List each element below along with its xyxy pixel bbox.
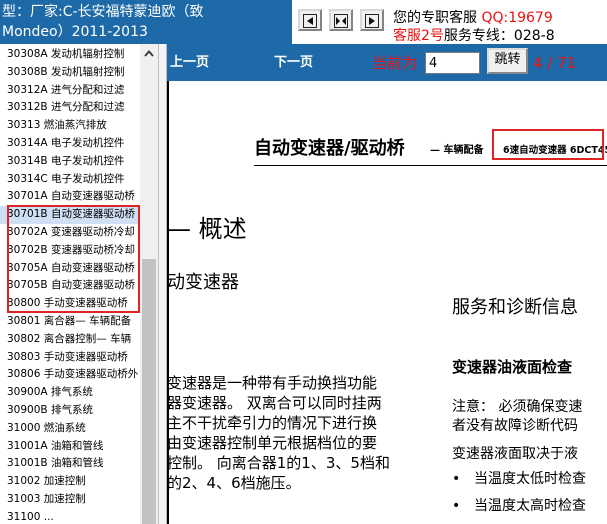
tree-item[interactable]: 30314C 电子发动机控件: [0, 171, 140, 189]
chevron-up-icon: [144, 50, 154, 57]
tree-item[interactable]: 30801 离合器— 车辆配备: [0, 313, 140, 331]
doc-tag-highlight-box: [492, 129, 604, 160]
header-rule: [254, 165, 607, 166]
bullet-icon: •: [452, 498, 461, 514]
paragraph-line: 控制。 向离合器1的1、3、5档和: [167, 454, 390, 472]
tree-item[interactable]: 30701A 自动变速器驱动桥: [0, 188, 140, 206]
tree-item[interactable]: 30308B 发动机辐射控制: [0, 64, 140, 82]
scroll-thumb[interactable]: [142, 259, 156, 524]
bullet-icon: •: [452, 471, 461, 487]
prev-chapter-icon: [303, 14, 317, 28]
tree-item[interactable]: 31000 燃油系统: [0, 420, 140, 438]
scroll-up-button[interactable]: [140, 44, 158, 62]
expand-both-icon: [334, 14, 348, 28]
tree-item[interactable]: 30312B 进气分配和过滤: [0, 99, 140, 117]
service-hotline: 服务专线：028-8: [443, 28, 555, 44]
app-header: 型：厂家:C-长安福特蒙迪欧（致 Mondeo）2011-2013 您的专职客服…: [0, 0, 607, 44]
tree-item[interactable]: 30803 手动变速器驱动桥: [0, 349, 140, 367]
bullet-text: 当温度太高时检查: [474, 498, 586, 514]
customer-service-info: 您的专职客服 QQ:19679 客服2号服务专线：028-8: [390, 0, 607, 44]
paragraph-line: 由变速器控制单元根据档位的要: [167, 434, 378, 452]
tree-item[interactable]: 31100 ...: [0, 509, 140, 524]
bullet-text: 当温度太低时检查: [474, 471, 586, 487]
service-2-link[interactable]: 客服2号: [393, 28, 444, 44]
page-count: 4 / 71: [533, 54, 577, 72]
page-number-input[interactable]: [425, 52, 480, 74]
goto-page-button[interactable]: 跳转: [487, 48, 528, 74]
service-qq-link[interactable]: QQ:19679: [481, 10, 552, 26]
current-page-label: 当前为: [372, 54, 418, 72]
tree-item[interactable]: 31001A 油箱和管线: [0, 438, 140, 456]
tree-highlight-box: [7, 205, 140, 313]
bullet-item: • 当温度太低时检查: [452, 470, 586, 489]
doc-header-subtitle: — 车辆配备: [430, 145, 484, 156]
service-label: 您的专职客服: [393, 10, 477, 26]
model-title-line-1: 型：厂家:C-长安福特蒙迪欧（致: [2, 4, 204, 20]
note-line: 者没有故障诊断代码: [452, 418, 578, 434]
service-info-title: 服务和诊断信息: [452, 297, 578, 318]
prev-page-button[interactable]: 上一页: [170, 54, 209, 71]
subsection-title: 动变速器: [167, 272, 239, 293]
service-line-1: 您的专职客服 QQ:19679: [393, 10, 553, 27]
tree-item[interactable]: 31002 加速控制: [0, 473, 140, 491]
page-toolbar: 上一页 下一页 当前为 跳转 4 / 71: [167, 44, 607, 81]
doc-header-title: 自动变速器/驱动桥: [254, 138, 405, 159]
model-title-bar: 型：厂家:C-长安福特蒙迪欧（致 Mondeo）2011-2013: [0, 0, 292, 44]
tree-item[interactable]: 30900B 排气系统: [0, 402, 140, 420]
note-line: 注意： 必须确保变速: [452, 399, 583, 415]
document-page: 自动变速器/驱动桥 — 车辆配备 6速自动变速器 6DCT450 — 概述 动变…: [167, 81, 607, 524]
next-chapter-button[interactable]: [360, 9, 384, 31]
body-line: 变速器液面取决于液: [452, 446, 578, 462]
paragraph-line: 变速器是一种带有手动换挡功能: [167, 374, 378, 392]
section-title: — 概述: [167, 215, 247, 243]
tree-item[interactable]: 31003 加速控制: [0, 491, 140, 509]
expand-both-button[interactable]: [329, 9, 353, 31]
tree-item[interactable]: 30312A 进气分配和过滤: [0, 82, 140, 100]
tree-item[interactable]: 30806 手动变速器驱动桥外: [0, 366, 140, 384]
tree-scrollbar[interactable]: [140, 44, 158, 524]
tree-item[interactable]: 30314A 电子发动机控件: [0, 135, 140, 153]
tree-item[interactable]: 30308A 发动机辐射控制: [0, 46, 140, 64]
paragraph-line: 的2、4、6档施压。: [167, 474, 301, 492]
service-line-2: 客服2号服务专线：028-8: [393, 28, 555, 44]
paragraph-line: 器变速器。 双离合可以同时挂两: [167, 394, 382, 412]
next-chapter-icon: [365, 14, 379, 28]
tree-item[interactable]: 30314B 电子发动机控件: [0, 153, 140, 171]
model-title-line-2: Mondeo）2011-2013: [2, 24, 148, 40]
paragraph-line: 主不干扰牵引力的情况下进行换: [167, 414, 378, 432]
tree-item[interactable]: 30900A 排气系统: [0, 384, 140, 402]
next-page-button[interactable]: 下一页: [274, 54, 313, 71]
chapter-tree: 30308A 发动机辐射控制 30308B 发动机辐射控制 30312A 进气分配和…: [0, 44, 158, 524]
panel-splitter[interactable]: [158, 44, 167, 524]
prev-chapter-button[interactable]: [298, 9, 322, 31]
bullet-item: • 当温度太高时检查: [452, 497, 586, 516]
tree-item[interactable]: 31001B 油箱和管线: [0, 455, 140, 473]
fluid-check-subtitle: 变速器油液面检查: [452, 358, 573, 376]
tree-item[interactable]: 30313 燃油蒸汽排放: [0, 117, 140, 135]
tree-item[interactable]: 30802 离合器控制— 车辆: [0, 331, 140, 349]
